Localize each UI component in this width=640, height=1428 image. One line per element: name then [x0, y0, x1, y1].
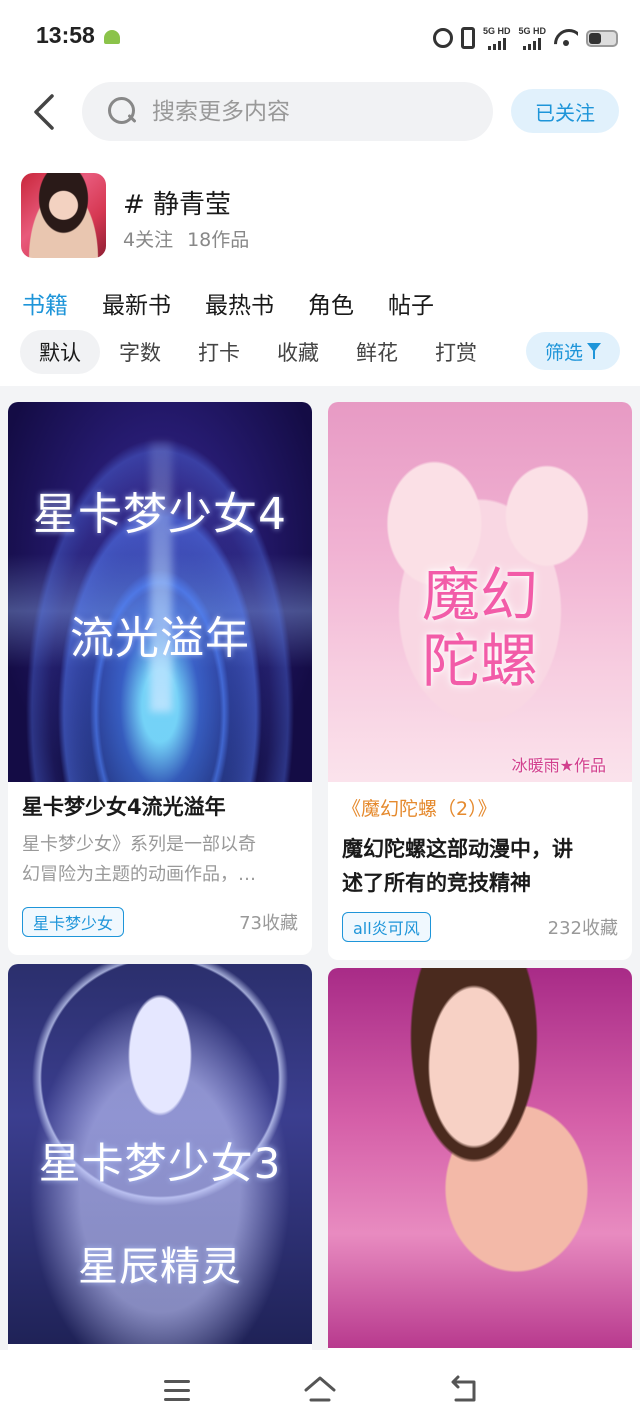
tab-characters[interactable]: 角色 — [308, 286, 354, 320]
book-title-line-2[interactable]: 述了所有的竞技精神 — [328, 866, 632, 900]
search-input[interactable] — [152, 98, 452, 125]
tab-posts[interactable]: 帖子 — [388, 286, 434, 320]
book-card[interactable] — [328, 968, 632, 1350]
filter-icon — [587, 343, 601, 359]
status-time: 13:58 — [36, 22, 95, 48]
topic-title: # 静青莹 — [123, 190, 232, 220]
book-tag[interactable]: 星卡梦少女 — [22, 907, 125, 937]
content-tabs: 书籍 最新书 最热书 角色 帖子 — [22, 286, 468, 320]
cover-title-line-2: 星辰精灵 — [78, 1244, 242, 1290]
book-card[interactable]: 魔幻 陀螺 冰暖雨★作品 《魔幻陀螺（2）》 魔幻陀螺这部动漫中，讲 述了所有的… — [328, 402, 632, 960]
cover-title-line-1: 魔幻 — [421, 561, 538, 629]
chevron-left-icon — [34, 94, 54, 130]
system-nav-bar — [0, 1350, 640, 1428]
alarm-icon — [432, 28, 453, 48]
topic-stats: 4关注 18作品 — [123, 225, 249, 252]
signal-5g-icon: 5G HD — [482, 25, 511, 50]
cover-title-line-2: 流光溢年 — [70, 613, 250, 664]
followers-count: 4关注 — [123, 229, 174, 251]
book-tag[interactable]: all炎可风 — [342, 912, 431, 942]
cover-author: 冰暖雨★作品 — [511, 756, 606, 775]
sort-word-count[interactable]: 字数 — [108, 330, 172, 374]
home-icon — [304, 1376, 336, 1402]
filter-label: 筛选 — [544, 341, 583, 364]
tab-books[interactable]: 书籍 — [22, 286, 68, 320]
book-card[interactable]: 星卡梦少女4 流光溢年 星卡梦少女4流光溢年 星卡梦少女》系列是一部以奇 幻冒险… — [8, 402, 312, 955]
cover-title-line-1: 星卡梦少女4 — [33, 489, 287, 540]
book-cover[interactable]: 星卡梦少女4 流光溢年 — [8, 402, 312, 782]
cover-title: 魔幻 陀螺 — [328, 562, 632, 694]
android-icon — [104, 30, 120, 44]
book-title-line-1[interactable]: 魔幻陀螺这部动漫中，讲 — [328, 832, 632, 866]
filter-button[interactable]: 筛选 — [526, 332, 620, 370]
battery-icon — [586, 29, 618, 47]
back-icon — [451, 1375, 476, 1402]
wifi-icon — [554, 29, 578, 47]
favorites-count: 232收藏 — [547, 918, 618, 939]
book-desc-line-2: 幻冒险为主题的动画作品，… — [22, 864, 256, 885]
status-bar: 13:58 5G HD 5G HD — [0, 0, 640, 76]
signal-5g-icon: 5G HD — [518, 25, 546, 50]
sort-checkin[interactable]: 打卡 — [187, 330, 251, 374]
sort-favorites[interactable]: 收藏 — [266, 330, 330, 374]
card-footer: 星卡梦少女 73收藏 — [22, 907, 298, 937]
network-label-2: 5G HD — [518, 25, 546, 36]
book-desc-line-1: 星卡梦少女》系列是一部以奇 — [22, 834, 256, 855]
card-footer: all炎可风 232收藏 — [342, 912, 618, 942]
back-nav-button[interactable] — [446, 1372, 482, 1408]
cover-title-line-1: 星卡梦少女3 — [38, 1139, 282, 1188]
tab-latest-books[interactable]: 最新书 — [102, 286, 171, 320]
back-button[interactable] — [28, 92, 64, 132]
sort-row: 默认 字数 打卡 收藏 鲜花 打赏 筛选 — [20, 330, 620, 374]
book-cover[interactable]: 星卡梦少女3 星辰精灵 — [8, 964, 312, 1344]
menu-button[interactable] — [160, 1372, 196, 1408]
follow-button[interactable]: 已关注 — [511, 89, 619, 133]
favorites-count: 73收藏 — [239, 913, 298, 934]
search-bar[interactable] — [82, 82, 493, 141]
book-cover[interactable] — [328, 968, 632, 1348]
works-count: 18作品 — [187, 229, 250, 251]
topic-avatar — [21, 173, 106, 258]
home-button[interactable] — [302, 1372, 338, 1408]
sort-flowers[interactable]: 鲜花 — [345, 330, 409, 374]
book-subtitle: 《魔幻陀螺（2）》 — [342, 798, 497, 820]
vibrate-icon — [460, 27, 475, 49]
network-label-1: 5G HD — [482, 25, 511, 36]
tab-hottest-books[interactable]: 最热书 — [205, 286, 274, 320]
book-card[interactable]: 星卡梦少女3 星辰精灵 — [8, 964, 312, 1350]
cover-title-line-2: 陀螺 — [421, 627, 538, 695]
sort-default[interactable]: 默认 — [20, 330, 100, 374]
sort-tips[interactable]: 打赏 — [424, 330, 488, 374]
book-feed[interactable]: 星卡梦少女4 流光溢年 星卡梦少女4流光溢年 星卡梦少女》系列是一部以奇 幻冒险… — [0, 386, 640, 1350]
book-title[interactable]: 星卡梦少女4流光溢年 — [8, 790, 312, 824]
book-cover[interactable]: 魔幻 陀螺 冰暖雨★作品 — [328, 402, 632, 782]
search-icon — [108, 96, 138, 127]
status-icons: 5G HD 5G HD — [432, 24, 618, 52]
